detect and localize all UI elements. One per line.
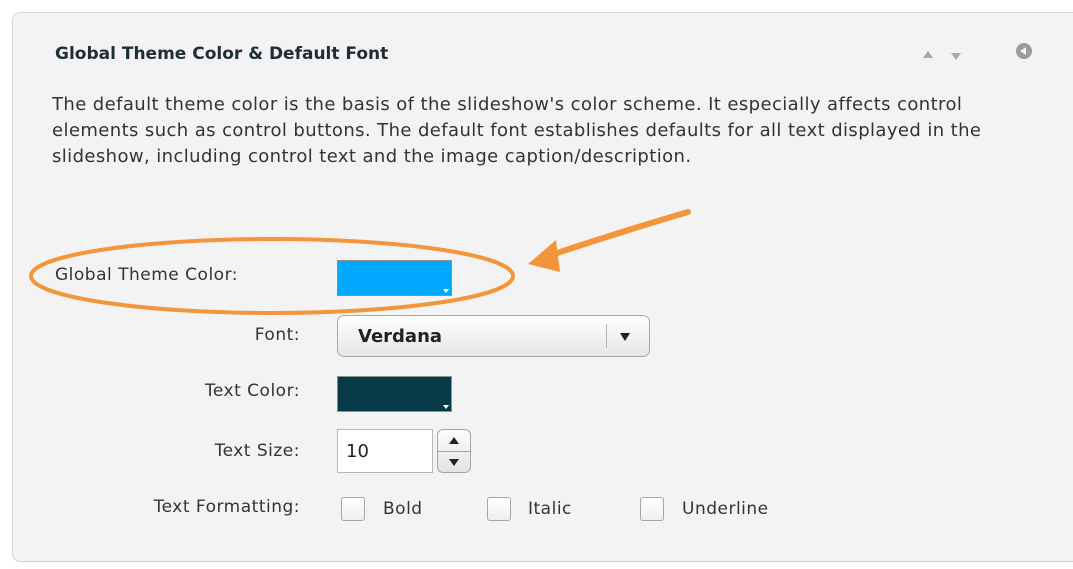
increment-icon[interactable] [449, 437, 459, 444]
global-theme-color-swatch[interactable] [337, 260, 452, 296]
underline-checkbox-label[interactable]: Underline [682, 499, 769, 519]
bold-checkbox-label[interactable]: Bold [383, 499, 423, 519]
move-down-icon[interactable] [951, 53, 961, 60]
font-select[interactable]: Verdana [337, 315, 650, 357]
font-label: Font: [254, 325, 300, 345]
text-formatting-label: Text Formatting: [153, 497, 300, 517]
move-up-icon[interactable] [923, 51, 933, 58]
dropdown-corner-icon [443, 289, 449, 293]
chevron-down-icon [620, 333, 630, 341]
italic-checkbox[interactable] [487, 497, 511, 521]
underline-checkbox[interactable] [640, 497, 664, 521]
stepper-divider [438, 451, 470, 452]
decrement-icon[interactable] [449, 459, 459, 466]
dropdown-corner-icon [443, 405, 449, 409]
font-select-value: Verdana [358, 326, 443, 347]
text-color-label: Text Color: [204, 381, 300, 401]
text-size-label: Text Size: [214, 441, 300, 461]
select-divider [606, 324, 607, 348]
collapse-icon[interactable] [1016, 43, 1032, 59]
panel-title: Global Theme Color & Default Font [55, 44, 389, 64]
text-color-swatch[interactable] [337, 376, 452, 412]
text-size-stepper[interactable] [437, 429, 471, 473]
italic-checkbox-label[interactable]: Italic [528, 499, 572, 519]
global-theme-color-label: Global Theme Color: [55, 265, 238, 285]
text-size-input[interactable] [337, 429, 433, 473]
bold-checkbox[interactable] [341, 497, 365, 521]
panel-description: The default theme color is the basis of … [52, 94, 982, 167]
